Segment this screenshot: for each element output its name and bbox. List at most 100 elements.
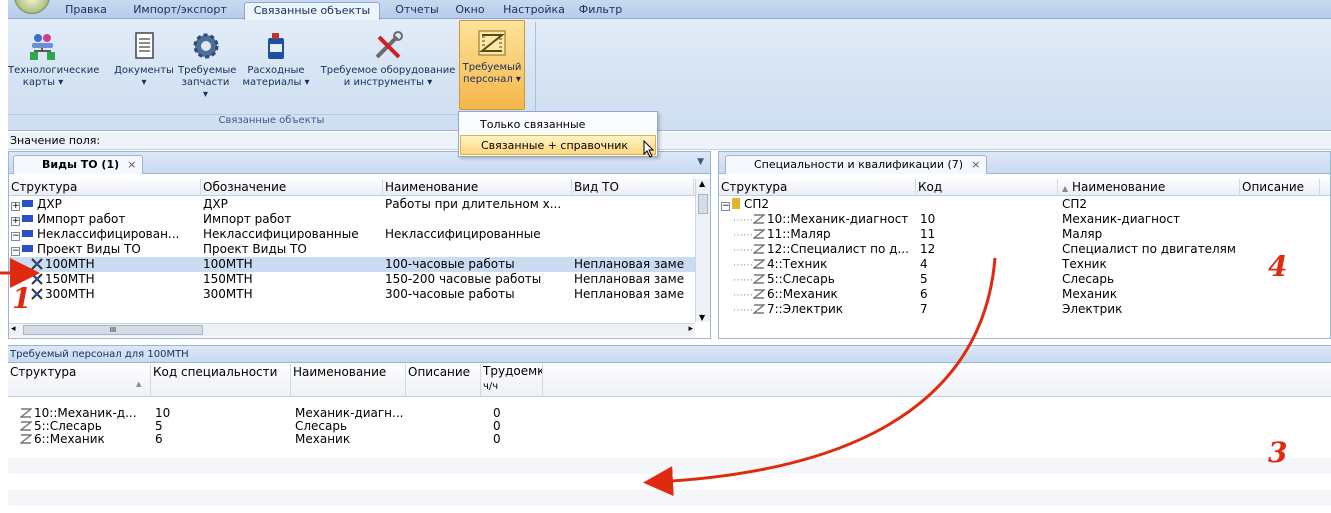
table-row[interactable]: ⋯⋯ 5::Слесарь 5 Слесарь: [719, 272, 1330, 287]
tree-cell[interactable]: 300МТН: [9, 287, 201, 302]
col-code[interactable]: Код: [916, 179, 1058, 196]
table-row[interactable]: 100МТН 100МТН 100-часовые работы Неплановая…: [9, 257, 695, 272]
tree-cell[interactable]: + ДХР: [9, 197, 201, 212]
tree-cell[interactable]: ⋯⋯ 12::Специалист по д...: [719, 242, 916, 257]
close-icon[interactable]: ×: [971, 158, 980, 171]
table-row[interactable]: 6::Механик 6 Механик 0: [8, 433, 1331, 446]
table-row[interactable]: 5::Слесарь 5 Слесарь 0: [8, 420, 1331, 433]
col-structure[interactable]: Структура: [9, 179, 201, 196]
col-structure[interactable]: Структура ▲: [8, 364, 151, 397]
col-structure[interactable]: Структура: [719, 179, 916, 196]
tree-cell[interactable]: 150МТН: [9, 272, 201, 287]
table-row[interactable]: 10::Механик-д... 10 Механик-диагн... 0: [8, 407, 1331, 420]
table-row[interactable]: − СП2 СП2: [719, 197, 1330, 212]
tech-cards-button[interactable]: Технологические карты ▾: [8, 30, 99, 110]
name-cell: Слесарь: [295, 420, 348, 433]
right-panel-tab[interactable]: Специальности и квалификации (7) ×: [725, 155, 988, 174]
tab-settings[interactable]: Настройка: [500, 2, 568, 19]
tree-cell[interactable]: − СП2: [719, 197, 916, 212]
required-personnel-label-2: персонал ▾: [463, 74, 521, 85]
table-row[interactable]: ⋯⋯ 6::Механик 6 Механик: [719, 287, 1330, 302]
table-row[interactable]: ⋯⋯ 10::Механик-диагност 10 Механик-диагност: [719, 212, 1330, 227]
tree-cell[interactable]: ⋯⋯ 7::Электрик: [719, 302, 916, 317]
tree-cell[interactable]: 5::Слесарь: [18, 420, 151, 433]
menu-item-related-plus-reference[interactable]: Связанные + справочник: [460, 135, 656, 155]
table-row[interactable]: ⋯⋯ 12::Специалист по д... 12 Специалист по …: [719, 242, 1330, 257]
scroll-up-icon[interactable]: ▲: [699, 179, 705, 188]
col-name[interactable]: Наименование: [383, 179, 572, 196]
expand-toggle-icon[interactable]: +: [11, 217, 20, 226]
col-name[interactable]: ▲ Наименование: [1058, 179, 1240, 196]
tree-cell[interactable]: 10::Механик-д...: [18, 407, 151, 420]
table-row[interactable]: ⋯⋯ 4::Техник 4 Техник: [719, 257, 1330, 272]
bottom-panel-title: Требуемый персонал для 100МТН: [8, 345, 1331, 363]
table-row[interactable]: 300МТН 300МТН 300-часовые работы Неплановая…: [9, 287, 695, 302]
annotation-4: 4: [1268, 250, 1288, 283]
tree-cell[interactable]: 100МТН: [9, 257, 201, 272]
tab-window[interactable]: Окно: [449, 2, 491, 19]
consumables-button[interactable]: Расходные материалы ▾: [241, 30, 311, 110]
tree-cell[interactable]: − Неклассифицирован...: [9, 227, 201, 242]
code-cell: 4: [920, 257, 928, 271]
required-personnel-button[interactable]: Требуемый персонал ▾: [459, 20, 525, 110]
table-row[interactable]: ⋯⋯ 7::Электрик 7 Электрик: [719, 302, 1330, 317]
table-row[interactable]: − Проект Виды ТО Проект Виды ТО: [9, 242, 695, 257]
col-specialty-code[interactable]: Код специальности: [151, 364, 291, 397]
expand-toggle-icon[interactable]: +: [11, 202, 20, 211]
tab-import-export[interactable]: Импорт/экспорт: [125, 2, 235, 19]
close-icon[interactable]: ×: [127, 158, 136, 171]
field-value-label: Значение поля:: [10, 134, 101, 147]
tab-reports[interactable]: Отчеты: [391, 2, 443, 19]
tree-cell[interactable]: ⋯⋯ 4::Техник: [719, 257, 916, 272]
tree-label: ДХР: [37, 197, 62, 211]
tree-label: 11::Маляр: [767, 227, 831, 241]
scroll-right-icon[interactable]: ▸: [688, 324, 693, 334]
to-kind-cell: Неплановая заме: [574, 287, 685, 301]
chevron-down-icon[interactable]: ▼: [697, 157, 704, 167]
tree-cell[interactable]: ⋯⋯ 10::Механик-диагност: [719, 212, 916, 227]
equipment-tools-button[interactable]: Требуемое оборудование и инструменты ▾: [318, 30, 458, 110]
tab-edit[interactable]: Правка: [55, 2, 117, 19]
tree-cell[interactable]: − Проект Виды ТО: [9, 242, 201, 257]
table-row[interactable]: − Неклассифицирован... Неклассифицированны…: [9, 227, 695, 242]
table-row[interactable]: 150МТН 150МТН 150-200 часовые работы Неплан…: [9, 272, 695, 287]
table-row[interactable]: + Импорт работ Импорт работ: [9, 212, 695, 227]
col-to-kind[interactable]: Вид ТО: [572, 179, 694, 196]
col-labor-label: Трудоемк: [483, 364, 543, 378]
expand-toggle-icon[interactable]: −: [11, 232, 20, 241]
scroll-thumb[interactable]: [698, 194, 708, 214]
app-menu-button[interactable]: [14, 0, 50, 14]
spare-parts-button[interactable]: Требуемые запчасти ▾: [178, 30, 236, 110]
h-scroll-thumb[interactable]: III: [23, 325, 203, 335]
sort-asc-icon: ▲: [136, 380, 142, 388]
table-row[interactable]: ⋯⋯ 11::Маляр 11 Маляр: [719, 227, 1330, 242]
scroll-down-icon[interactable]: ▼: [699, 313, 705, 322]
col-name[interactable]: Наименование: [291, 364, 406, 397]
description-cell: [408, 407, 483, 420]
documents-button[interactable]: Документы ▾: [114, 30, 174, 110]
tree-cell[interactable]: + Импорт работ: [9, 212, 201, 227]
left-vertical-scrollbar[interactable]: ▲ ▼: [695, 179, 710, 322]
menu-item-only-related[interactable]: Только связанные: [460, 115, 656, 135]
left-horizontal-scrollbar[interactable]: ◂ III ▸: [9, 323, 695, 337]
expand-toggle-icon[interactable]: −: [11, 247, 20, 256]
scroll-left-icon[interactable]: ◂: [11, 324, 16, 334]
expand-toggle-icon[interactable]: −: [721, 202, 730, 211]
tree-label: 12::Специалист по д...: [767, 242, 909, 256]
tree-cell[interactable]: ⋯⋯ 5::Слесарь: [719, 272, 916, 287]
table-row[interactable]: + ДХР ДХР Работы при длительном х...: [9, 197, 695, 212]
tab-related-objects[interactable]: Связанные объекты: [244, 2, 380, 20]
oil-canister-icon: [268, 33, 284, 59]
col-labor[interactable]: Трудоемк ч/ч: [481, 364, 543, 397]
col-description[interactable]: Описание: [406, 364, 481, 397]
description-cell: [408, 420, 483, 433]
left-panel-tab[interactable]: Виды ТО (1) ×: [13, 155, 144, 174]
col-designation[interactable]: Обозначение: [201, 179, 383, 196]
tree-cell[interactable]: 6::Механик: [18, 433, 151, 446]
col-description[interactable]: Описание: [1240, 179, 1320, 196]
tree-cell[interactable]: ⋯⋯ 11::Маляр: [719, 227, 916, 242]
right-grid: Структура Код ▲ Наименование Описание − С…: [719, 175, 1330, 340]
maintenance-icon: [31, 273, 43, 285]
tab-filter[interactable]: Фильтр: [573, 2, 628, 19]
tree-cell[interactable]: ⋯⋯ 6::Механик: [719, 287, 916, 302]
